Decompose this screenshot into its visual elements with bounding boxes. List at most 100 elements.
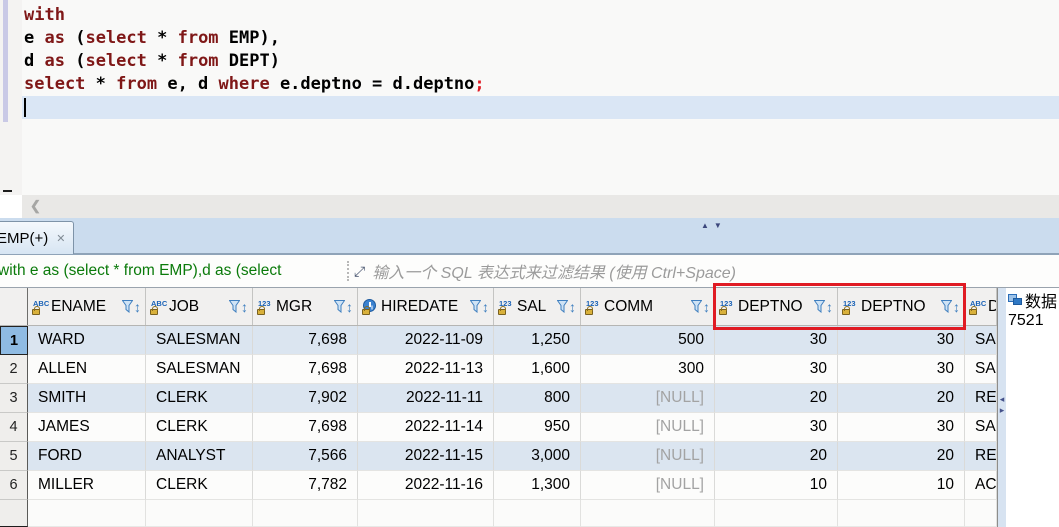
column-header-d[interactable]: ABCD↕	[965, 288, 997, 325]
grid-cell[interactable]: 2022-11-13	[358, 355, 494, 384]
filter-funnel-icon[interactable]	[229, 300, 240, 313]
sql-editor[interactable]: withe as (select * from EMP),d as (selec…	[0, 0, 1059, 195]
grid-cell[interactable]: 30	[715, 355, 838, 384]
sort-arrows-icon[interactable]: ↕	[346, 299, 353, 315]
grid-cell[interactable]: 2022-11-09	[358, 326, 494, 355]
expand-filter-icon[interactable]: ⤢	[354, 263, 365, 280]
value-panel-header[interactable]: 数据	[1006, 288, 1059, 311]
grid-cell[interactable]: JAMES	[28, 413, 146, 442]
column-header-mgr[interactable]: 123MGR ↕	[253, 288, 358, 325]
grid-cell[interactable]: CLERK	[146, 384, 253, 413]
grid-cell[interactable]: CLERK	[146, 471, 253, 500]
column-header-ename[interactable]: ABCENAME↕	[28, 288, 146, 325]
grid-cell[interactable]: 7,698	[253, 355, 358, 384]
grid-cell[interactable]: SALES	[965, 413, 997, 442]
grid-cell[interactable]: 2022-11-11	[358, 384, 494, 413]
grid-cell[interactable]: 1,250	[494, 326, 581, 355]
grid-cell[interactable]: 30	[715, 413, 838, 442]
grid-cell[interactable]: 7,698	[253, 413, 358, 442]
grid-cell[interactable]: 30	[838, 413, 965, 442]
grid-cell[interactable]: 1,300	[494, 471, 581, 500]
fold-marker-icon[interactable]	[3, 190, 12, 192]
sort-arrows-icon[interactable]: ↕	[134, 299, 141, 315]
row-number[interactable]: 3	[0, 384, 28, 413]
grid-cell[interactable]: CLERK	[146, 413, 253, 442]
grid-cell[interactable]: SALESMAN	[146, 355, 253, 384]
grid-cell[interactable]: ALLEN	[28, 355, 146, 384]
close-tab-icon[interactable]: ✕	[56, 232, 65, 245]
filter-input[interactable]: 输入一个 SQL 表达式来过滤结果 (使用 Ctrl+Space)	[372, 259, 736, 283]
sort-arrows-icon[interactable]: ↕	[703, 299, 710, 315]
grid-cell[interactable]: SALES	[965, 355, 997, 384]
grid-cell[interactable]: 20	[715, 442, 838, 471]
filter-funnel-icon[interactable]	[470, 300, 481, 313]
grid-cell[interactable]: 1,600	[494, 355, 581, 384]
grid-cell[interactable]: 10	[715, 471, 838, 500]
filter-funnel-icon[interactable]	[557, 300, 568, 313]
empty-grid-row	[0, 500, 997, 527]
grid-cell[interactable]: 2022-11-16	[358, 471, 494, 500]
grid-cell[interactable]: 30	[838, 355, 965, 384]
column-header-hiredate[interactable]: HIREDATE ↕	[358, 288, 494, 325]
lock-icon	[150, 309, 158, 315]
grid-cell[interactable]: 30	[838, 326, 965, 355]
grid-cell[interactable]: 2022-11-15	[358, 442, 494, 471]
grid-cell[interactable]: SALESMAN	[146, 326, 253, 355]
grid-cell[interactable]: [NULL]	[581, 442, 715, 471]
grid-cell[interactable]: 30	[715, 326, 838, 355]
sort-arrows-icon[interactable]: ↕	[241, 299, 248, 315]
grid-cell[interactable]: 20	[715, 384, 838, 413]
grid-cell[interactable]: 10	[838, 471, 965, 500]
results-tab-emp[interactable]: EMP(+) ✕	[0, 221, 74, 254]
grid-cell[interactable]: [NULL]	[581, 384, 715, 413]
string-type-icon: ABC	[969, 299, 986, 314]
grid-cell[interactable]: [NULL]	[581, 471, 715, 500]
table-row: 4JAMESCLERK7,6982022-11-14950[NULL]3030S…	[0, 413, 997, 442]
filter-funnel-icon[interactable]	[122, 300, 133, 313]
collapse-down-icon[interactable]: ▼	[714, 221, 727, 230]
grid-cell[interactable]: ANALYST	[146, 442, 253, 471]
grid-corner-cell[interactable]	[0, 288, 28, 325]
sort-arrows-icon[interactable]: ↕	[569, 299, 576, 315]
grid-cell[interactable]: 950	[494, 413, 581, 442]
value-panel-value[interactable]: 7521	[1006, 311, 1059, 331]
row-number[interactable]: 1	[0, 326, 28, 355]
grid-cell[interactable]: RESEARCH	[965, 384, 997, 413]
grid-cell[interactable]: SMITH	[28, 384, 146, 413]
collapse-up-icon[interactable]: ▲	[701, 221, 714, 230]
grid-cell[interactable]: 300	[581, 355, 715, 384]
filter-funnel-icon[interactable]	[334, 300, 345, 313]
grid-cell[interactable]: FORD	[28, 442, 146, 471]
row-number[interactable]: 6	[0, 471, 28, 500]
grid-cell[interactable]: 800	[494, 384, 581, 413]
grid-cell[interactable]: 3,000	[494, 442, 581, 471]
grid-cell[interactable]: RESEARCH	[965, 442, 997, 471]
row-number[interactable]: 4	[0, 413, 28, 442]
column-header-comm[interactable]: 123COMM↕	[581, 288, 715, 325]
column-label: HIREDATE	[381, 298, 458, 316]
row-number[interactable]: 2	[0, 355, 28, 384]
grid-cell[interactable]: 500	[581, 326, 715, 355]
column-header-job[interactable]: ABCJOB↕	[146, 288, 253, 325]
filter-funnel-icon[interactable]	[691, 300, 702, 313]
numeric-type-icon: 123	[257, 299, 274, 314]
row-number[interactable]: 5	[0, 442, 28, 471]
grid-cell[interactable]: 7,698	[253, 326, 358, 355]
grid-cell[interactable]: [NULL]	[581, 413, 715, 442]
column-label: MGR	[276, 298, 312, 316]
grid-cell[interactable]: 7,566	[253, 442, 358, 471]
column-header-sal[interactable]: 123SAL↕	[494, 288, 581, 325]
editor-horizontal-scrollbar[interactable]: ❮	[22, 195, 1059, 218]
grid-cell[interactable]: MILLER	[28, 471, 146, 500]
sort-arrows-icon[interactable]: ↕	[482, 299, 489, 315]
grid-cell[interactable]: 20	[838, 442, 965, 471]
grid-cell[interactable]: 2022-11-14	[358, 413, 494, 442]
grid-cell[interactable]: 20	[838, 384, 965, 413]
grid-cell[interactable]: SALES	[965, 326, 997, 355]
grid-cell[interactable]: WARD	[28, 326, 146, 355]
grid-cell[interactable]: ACCOUNTING	[965, 471, 997, 500]
grid-cell[interactable]: 7,902	[253, 384, 358, 413]
grid-cell[interactable]: 7,782	[253, 471, 358, 500]
scroll-left-icon[interactable]: ❮	[30, 198, 41, 214]
panel-sash-updown[interactable]: ▲▼	[701, 221, 727, 230]
